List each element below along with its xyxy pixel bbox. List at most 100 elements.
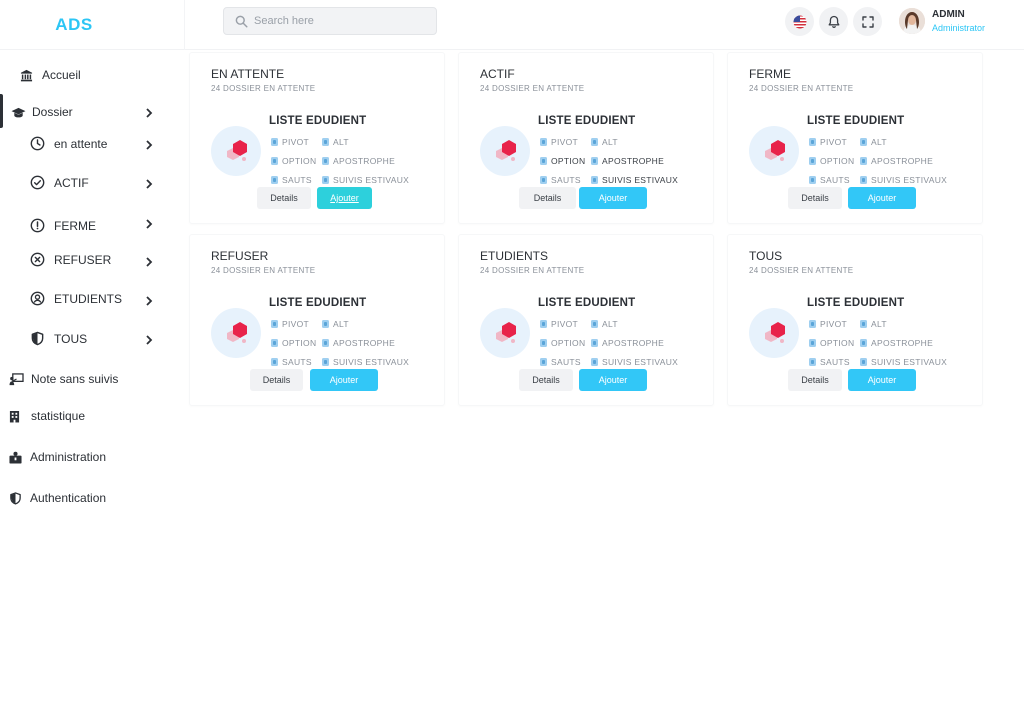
tag-label: PIVOT [820,137,848,147]
tag-label: OPTION [551,338,586,348]
sidebar-item-accueil[interactable]: Accueil [20,68,81,82]
sidebar-item-administration[interactable]: Administration [9,450,106,464]
tag-label: SAUTS [551,357,581,367]
tag-bullet-icon [809,358,816,366]
tag-pivot: PIVOT [540,137,578,147]
notifications-button[interactable] [819,7,848,36]
sub-item-en-attente[interactable]: en attente [30,136,107,151]
sub-item-label: TOUS [54,331,88,346]
tag-sauts: SAUTS [809,357,850,367]
card-logo [749,126,799,176]
card-title: FERME [749,67,791,81]
clock-icon [30,136,45,151]
chevron-right-icon[interactable] [145,219,153,229]
sidebar-item-authentication[interactable]: Authentication [9,491,106,505]
tag-bullet-icon [860,176,867,184]
card-heading: LISTE EDUDIENT [807,297,905,309]
tag-label: SUIVIS ESTIVAUX [602,357,679,367]
brand-logo-text[interactable]: ADS [55,15,92,35]
sub-item-label: ETUDIENTS [54,291,123,306]
hexagon-logo-icon [227,322,247,343]
avatar[interactable] [899,8,925,34]
details-button[interactable]: Details [788,369,842,391]
sub-item-refuser[interactable]: REFUSER [30,252,111,267]
details-button[interactable]: Details [257,187,311,209]
ajouter-button[interactable]: Ajouter [317,187,372,209]
tag-alt: ALT [591,137,618,147]
tag-bullet-icon [540,157,547,165]
ajouter-button[interactable]: Ajouter [579,369,647,391]
tag-label: ALT [333,137,349,147]
sidebar-item-note-sans-suivis[interactable]: Note sans suivis [9,372,118,386]
tag-label: SAUTS [282,175,312,185]
card-subtitle: 24 DOSSIER EN ATTENTE [749,266,854,275]
chevron-right-icon[interactable] [145,179,153,189]
sub-item-etudients[interactable]: ETUDIENTS [30,291,122,306]
tag-label: PIVOT [282,137,310,147]
tag-alt: ALT [322,137,349,147]
chevron-right-icon[interactable] [145,257,153,267]
tag-sauts: SAUTS [271,175,312,185]
ajouter-button[interactable]: Ajouter [310,369,378,391]
tag-label: SUIVIS ESTIVAUX [333,357,410,367]
details-button[interactable]: Details [250,369,303,391]
language-button[interactable] [785,7,814,36]
sub-item-ferme[interactable]: FERME [30,218,96,233]
tag-label: SUIVIS ESTIVAUX [871,175,948,185]
tag-apostrophe: APOSTROPHE [860,338,933,348]
chevron-right-icon[interactable] [145,335,153,345]
sub-item-tous[interactable]: TOUS [30,331,87,346]
tag-bullet-icon [860,320,867,328]
user-circle-icon [30,291,45,306]
hexagon-logo-icon [227,140,247,161]
active-indicator [0,94,3,128]
tag-label: SAUTS [282,357,312,367]
tag-sauts: SAUTS [809,175,850,185]
chevron-right-icon[interactable] [145,140,153,150]
fullscreen-button[interactable] [853,7,882,36]
tag-alt: ALT [322,319,349,329]
tag-label: PIVOT [282,319,310,329]
ajouter-button[interactable]: Ajouter [848,369,916,391]
ajouter-button[interactable]: Ajouter [848,187,916,209]
search-box[interactable] [223,7,437,35]
card-logo [211,126,261,176]
tag-option: OPTION [540,338,585,348]
check-circle-icon [30,175,45,190]
card-logo [749,308,799,358]
tag-pivot: PIVOT [271,137,309,147]
chevron-right-icon[interactable] [145,108,153,118]
sub-item-label: ACTIF [54,175,89,190]
tag-label: PIVOT [551,137,579,147]
bell-icon [828,15,839,28]
chevron-right-icon[interactable] [145,296,153,306]
tag-alt: ALT [591,319,618,329]
sidebar-item-label: Authentication [30,491,107,505]
tag-bullet-icon [322,138,329,146]
sidebar-item-statistique[interactable]: statistique [9,409,85,423]
sidebar-item-dossier[interactable]: Dossier [11,105,73,119]
card-subtitle: 24 DOSSIER EN ATTENTE [749,84,854,93]
dossier-card: ACTIF 24 DOSSIER EN ATTENTE LISTE EDUDIE… [458,52,714,224]
sub-item-actif[interactable]: ACTIF [30,175,89,190]
details-button[interactable]: Details [519,187,576,209]
ajouter-button[interactable]: Ajouter [579,187,647,209]
tag-bullet-icon [860,339,867,347]
sub-item-label: en attente [54,136,108,151]
sub-item-label: FERME [54,218,96,233]
tag-bullet-icon [591,138,598,146]
search-input[interactable] [254,15,424,27]
sidebar-item-label: statistique [31,409,86,423]
details-button[interactable]: Details [519,369,573,391]
shield-icon [10,491,21,505]
details-button[interactable]: Details [788,187,842,209]
card-title: REFUSER [211,249,269,263]
tag-apostrophe: APOSTROPHE [591,338,664,348]
sidebar: Accueil Dossier en attente ACTIF FERME R… [0,50,185,728]
user-name[interactable]: ADMIN [932,9,965,20]
tag-label: APOSTROPHE [333,338,396,348]
tag-bullet-icon [591,320,598,328]
tag-label: APOSTROPHE [602,156,665,166]
tag-label: ALT [602,137,618,147]
sidebar-item-label: Administration [30,450,107,464]
